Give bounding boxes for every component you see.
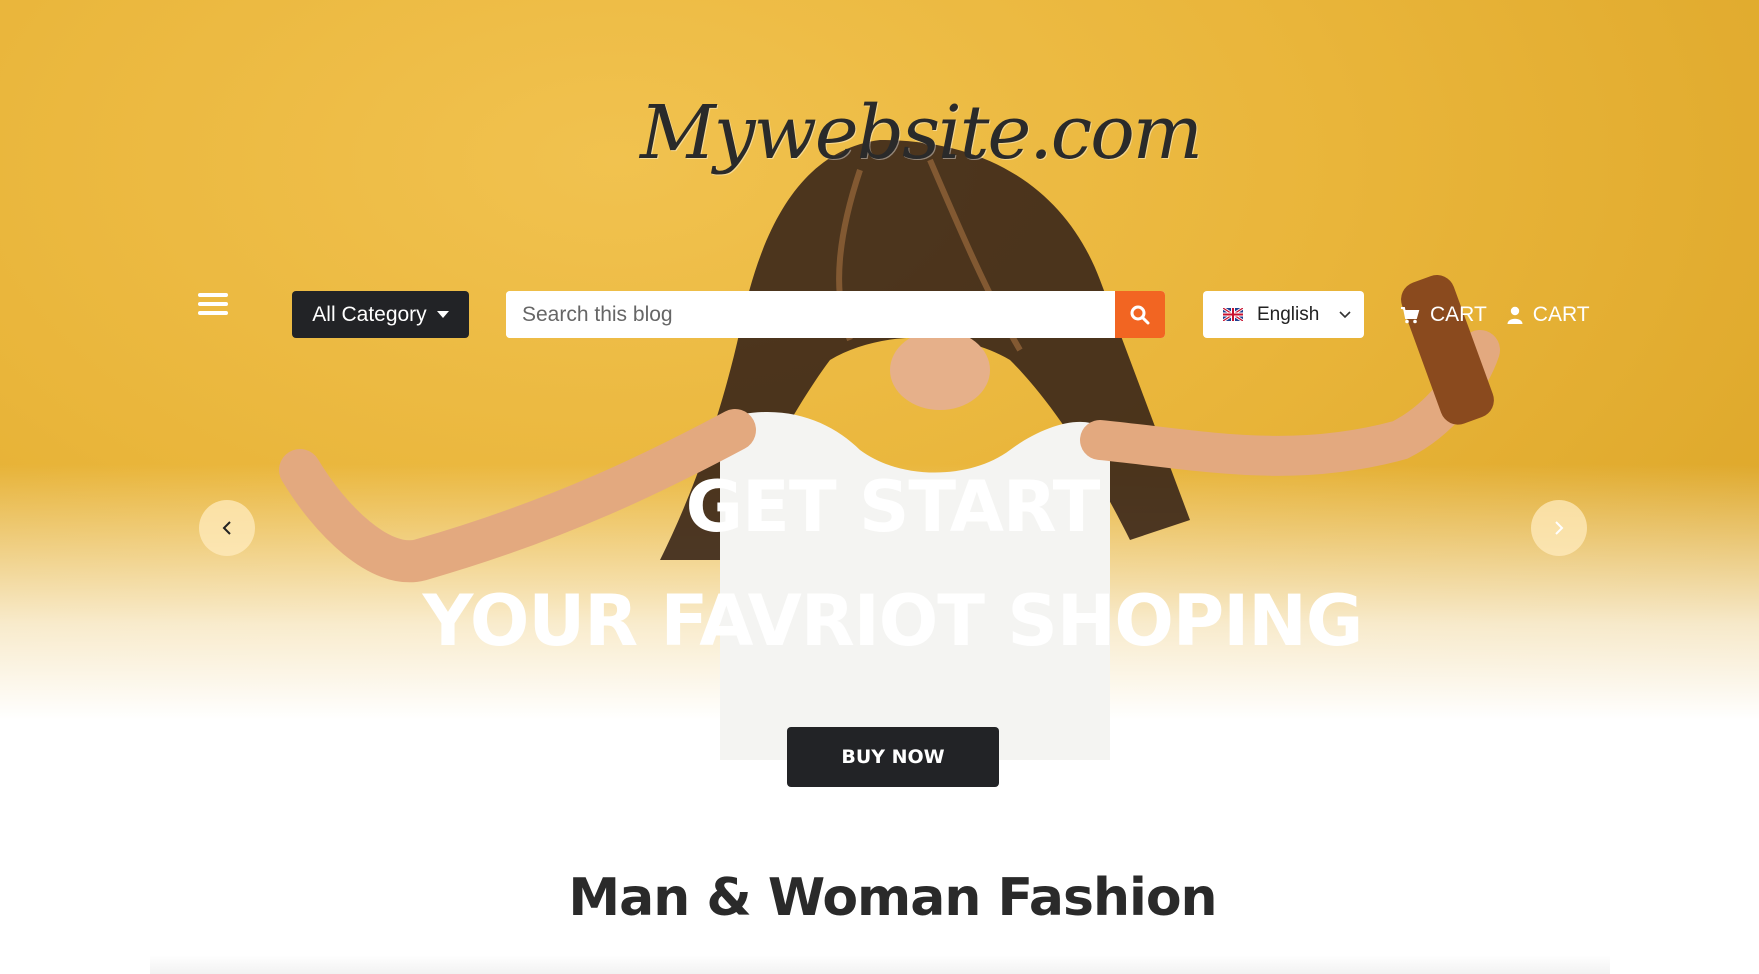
- account-cart-label: CART: [1532, 303, 1590, 326]
- search-icon: [1130, 305, 1150, 324]
- section-divider: [150, 955, 1610, 974]
- logo-text: Mywebsite.com: [640, 90, 1203, 176]
- language-label: English: [1257, 303, 1320, 325]
- cart-label: CART: [1430, 303, 1487, 326]
- search-input[interactable]: [506, 291, 1115, 338]
- header-actions: CART CART: [1400, 298, 1590, 332]
- hero-headline-line1: GET START: [685, 466, 1101, 548]
- site-logo[interactable]: Mywebsite.com: [640, 40, 1203, 240]
- cart-icon: [1401, 307, 1420, 324]
- uk-flag-icon: [1223, 308, 1243, 321]
- account-cart-link[interactable]: CART: [1507, 303, 1590, 327]
- all-category-dropdown[interactable]: All Category: [292, 291, 469, 338]
- search-bar: [506, 291, 1165, 338]
- search-button[interactable]: [1115, 291, 1165, 338]
- hamburger-menu-icon[interactable]: [198, 293, 228, 319]
- hero-headline-line2: YOUR FAVRIOT SHOPING: [422, 580, 1364, 662]
- category-label: All Category: [312, 302, 427, 326]
- cart-link[interactable]: CART: [1400, 303, 1487, 327]
- user-icon: [1507, 306, 1523, 324]
- buy-now-button[interactable]: BUY NOW: [787, 727, 999, 787]
- language-select[interactable]: English: [1203, 291, 1364, 338]
- caret-down-icon: [436, 311, 449, 318]
- chevron-down-icon: [1339, 310, 1351, 318]
- section-title: Man & Woman Fashion: [568, 868, 1217, 928]
